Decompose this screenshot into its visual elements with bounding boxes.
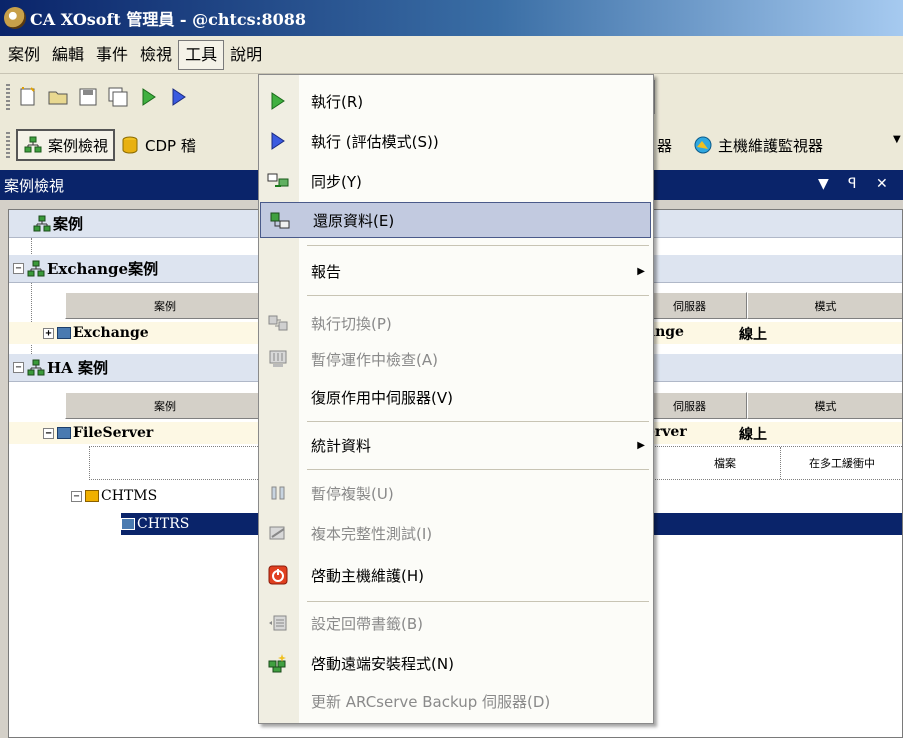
scenario-name: Exchange: [73, 325, 149, 341]
menu-item-switchover[interactable]: 執行切換(P): [259, 305, 653, 341]
column-header-scenario[interactable]: 案例: [65, 392, 265, 419]
scenario-icon: [57, 427, 71, 439]
tabs-grip[interactable]: [6, 132, 10, 158]
integrity-test-icon: [267, 522, 289, 544]
window-title: CA XOsoft 管理員 - @chtcs:8088: [30, 10, 307, 29]
run-assess-icon: [267, 130, 289, 152]
menu-item-run-assess[interactable]: 執行 (評估模式(S)): [259, 123, 653, 159]
menu-item-suspend-replication[interactable]: 暫停複製(U): [259, 475, 653, 511]
run-assess-toolbar-icon[interactable]: [166, 85, 190, 109]
column-header-mode[interactable]: 模式: [747, 392, 902, 419]
column-header-mode[interactable]: 模式: [747, 292, 902, 319]
menu-item-reports[interactable]: 報告 ▶: [259, 253, 653, 289]
bookmark-icon: [267, 612, 289, 634]
menu-separator: [307, 245, 649, 246]
replica-host-icon: [121, 518, 135, 530]
submenu-arrow-icon: ▶: [637, 265, 645, 277]
panel-title: 案例檢視: [4, 176, 65, 195]
panel-close-icon[interactable]: ✕: [876, 176, 888, 192]
scenario-group-icon: [33, 215, 51, 231]
scenario-icon: [57, 327, 71, 339]
save-all-icon[interactable]: [106, 85, 130, 109]
menu-item-update-arcserve[interactable]: 更新 ARCserve Backup 伺服器(D): [259, 683, 653, 719]
collapse-toggle-icon[interactable]: −: [43, 427, 54, 439]
scenario-group-icon: [27, 260, 45, 276]
scenario-mode: 線上: [739, 427, 767, 443]
tab-scenario-view-label: 案例檢視: [48, 136, 109, 155]
power-icon: [267, 564, 289, 586]
group-label: Exchange案例: [47, 260, 159, 278]
collapse-toggle-icon[interactable]: −: [71, 490, 82, 502]
expand-toggle-icon[interactable]: +: [43, 327, 54, 339]
menu-item-remote-installer[interactable]: 啓動遠端安裝程式(N): [259, 645, 653, 681]
menu-edit[interactable]: 編輯: [46, 40, 90, 70]
run-icon: [267, 90, 289, 112]
menu-view[interactable]: 檢視: [134, 40, 178, 70]
menu-item-host-maintenance[interactable]: 啓動主機維護(H): [259, 557, 653, 593]
tab-cdp-view[interactable]: CDP 稽: [115, 129, 201, 161]
save-icon[interactable]: [76, 85, 100, 109]
menu-bar: 案例 編輯 事件 檢視 工具 說明: [0, 36, 903, 74]
pause-icon: [267, 482, 289, 504]
menu-item-set-rewind-bookmark[interactable]: 設定回帶書籤(B): [259, 605, 653, 641]
title-bar: CA XOsoft 管理員 - @chtcs:8088: [0, 0, 903, 36]
host-name: CHTMS: [101, 488, 158, 504]
column-header-scenario[interactable]: 案例: [65, 292, 265, 319]
menu-item-recover-active-server[interactable]: 復原作用中伺服器(V): [259, 379, 653, 415]
master-host-icon: [85, 490, 99, 502]
tools-menu-dropdown: 執行(R) 執行 (評估模式(S)) 同步(Y) 還原資料(E) 報告 ▶ 執行…: [258, 74, 654, 724]
menu-item-integrity-test[interactable]: 複本完整性測試(I): [259, 515, 653, 551]
open-folder-icon[interactable]: [46, 85, 70, 109]
tab-host-maintenance-monitor[interactable]: 主機維護監視器: [692, 120, 823, 170]
suspend-check-icon: [267, 348, 289, 370]
menu-tools[interactable]: 工具: [178, 39, 225, 70]
menu-item-statistics[interactable]: 統計資料 ▶: [259, 427, 653, 463]
menu-item-restore-data[interactable]: 還原資料(E): [260, 202, 651, 238]
new-scenario-icon[interactable]: [16, 85, 40, 109]
tab-host-maintenance-label: 主機維護監視器: [718, 136, 824, 155]
restore-data-icon: [269, 210, 291, 232]
column-header-files[interactable]: 檔案: [670, 447, 780, 479]
scenario-group-icon: [27, 359, 45, 375]
collapse-toggle-icon[interactable]: −: [13, 362, 24, 373]
tree-root-label: 案例: [53, 215, 84, 233]
toolbar-grip[interactable]: [6, 84, 10, 110]
panel-dropdown-icon[interactable]: ▼: [818, 176, 829, 192]
host-name: CHTRS: [137, 516, 190, 532]
sync-icon: [267, 170, 289, 192]
panel-pin-icon[interactable]: ꟼ: [848, 176, 856, 192]
switchover-icon: [267, 312, 289, 334]
cdp-icon: [122, 136, 138, 154]
scenario-mode: 線上: [739, 327, 767, 343]
menu-separator: [307, 601, 649, 602]
run-toolbar-icon[interactable]: [136, 85, 160, 109]
app-logo-icon: [4, 7, 26, 29]
tab-scenario-view[interactable]: 案例檢視: [16, 129, 116, 161]
tab-cdp-view-label: CDP 稽: [145, 136, 196, 155]
collapse-toggle-icon[interactable]: −: [13, 263, 24, 274]
menu-separator: [307, 295, 649, 296]
remote-install-icon: [267, 652, 289, 674]
menu-help[interactable]: 說明: [224, 40, 268, 70]
submenu-arrow-icon: ▶: [637, 439, 645, 451]
host-maintenance-icon: [694, 136, 712, 154]
menu-separator: [307, 469, 649, 470]
menu-item-suspend-check[interactable]: 暫停運作中檢查(A): [259, 341, 653, 377]
menu-item-run[interactable]: 執行(R): [259, 83, 653, 119]
tab-truncated-label: 器: [657, 136, 673, 155]
group-label: HA 案例: [47, 359, 109, 377]
column-header-spool[interactable]: 在多工緩衝中: [780, 447, 902, 479]
menu-item-sync[interactable]: 同步(Y): [259, 163, 653, 199]
scenario-view-icon: [24, 136, 42, 153]
scenario-name: FileServer: [73, 425, 154, 441]
menu-scenario[interactable]: 案例: [2, 40, 46, 70]
tabs-overflow-icon[interactable]: ▼: [893, 134, 901, 145]
menu-separator: [307, 421, 649, 422]
menu-events[interactable]: 事件: [90, 40, 134, 70]
